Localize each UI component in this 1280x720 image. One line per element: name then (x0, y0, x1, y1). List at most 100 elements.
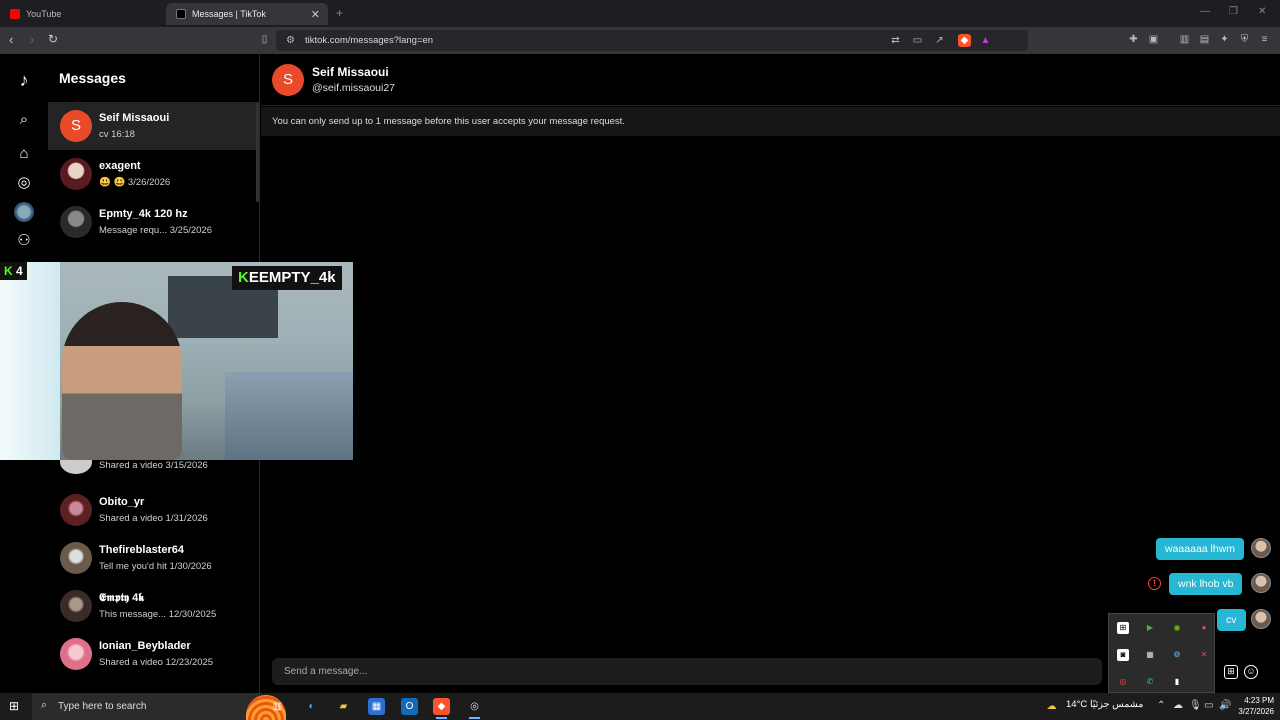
streamlabs-icon[interactable]: ▮ (1171, 676, 1183, 688)
profile-avatar[interactable] (14, 202, 34, 222)
whatsapp-icon[interactable]: ✆ (1144, 676, 1156, 688)
close-tab-icon[interactable]: ✕ (311, 8, 320, 21)
brave-shields-icon[interactable]: ◆ (958, 34, 971, 47)
vpn-icon[interactable]: ⛨ (1238, 33, 1251, 46)
outlook-icon[interactable]: O (401, 698, 418, 715)
taskbar-clock[interactable]: 4:23 PM 3/27/2026 (1234, 695, 1274, 717)
mic-muted-icon[interactable]: ✕ (1198, 649, 1210, 661)
tab-tiktok-messages[interactable]: Messages | TikTok ✕ (166, 3, 328, 25)
wallet-icon[interactable]: ▣ (1147, 33, 1160, 46)
mic-red-icon[interactable]: ● (1198, 622, 1210, 634)
steam-icon[interactable]: ⚙ (1171, 649, 1183, 661)
microsoft-store-icon[interactable]: ▦ (368, 698, 385, 715)
message-bubble[interactable]: cv (1217, 609, 1246, 631)
taskbar-search-input[interactable] (58, 693, 238, 720)
file-explorer-icon[interactable]: ▰ (335, 698, 352, 715)
conversation-item[interactable]: Obito_yr Shared a video 1/31/2026 (48, 486, 256, 534)
avatar (1251, 538, 1271, 558)
network-icon[interactable]: ▭ (1204, 700, 1213, 711)
conversation-name: Ionian_Beyblader (99, 640, 191, 652)
message-input[interactable] (272, 658, 1102, 685)
taskbar-search[interactable]: ⌕ (32, 693, 286, 720)
conversation-preview: Message requ... 3/25/2026 (99, 225, 213, 236)
forward-button[interactable]: › (30, 32, 34, 47)
wallet2-icon[interactable]: ▤ (1198, 33, 1211, 46)
conversation-item[interactable]: S Seif Missaoui cv 16:18 (48, 102, 256, 150)
bookmark-icon[interactable]: ▯ (258, 33, 271, 46)
weather-icon[interactable]: ☁ (1044, 698, 1059, 715)
message-bubble[interactable]: wnk lhob vb (1169, 573, 1243, 595)
show-hidden-icons-icon[interactable]: ⌃ (1157, 700, 1165, 711)
weather-temp[interactable]: 14°C (1066, 699, 1087, 710)
window-light (0, 262, 60, 460)
kick-logo-icon: K (4, 264, 16, 278)
conversation-preview: Tell me you'd hit 1/30/2026 (99, 561, 212, 572)
brave-rewards-icon[interactable]: ▲ (979, 34, 992, 47)
restore-button[interactable]: ❐ (1229, 6, 1238, 17)
avatar (1251, 573, 1271, 593)
brave-icon[interactable]: ◆ (433, 698, 450, 719)
conversation-item[interactable]: exagent 😃 😃 3/26/2026 (48, 150, 256, 198)
cast-icon[interactable]: ▭ (911, 34, 924, 47)
contact-name[interactable]: Seif Missaoui (312, 65, 389, 79)
avatar (60, 494, 92, 526)
friends-icon[interactable]: ⚇ (14, 231, 34, 251)
avatar: S (60, 110, 92, 142)
task-view-icon[interactable]: ▥ (269, 698, 286, 715)
minimize-button[interactable]: — (1200, 6, 1210, 17)
weather-text[interactable]: مشمس جزئيًا (1090, 699, 1143, 710)
conversation-scrollbar[interactable] (256, 102, 259, 202)
site-info-icon[interactable]: ⚙ (284, 34, 297, 47)
tab-youtube[interactable]: YouTube (0, 3, 166, 25)
image-upload-icon[interactable]: ⊞ (1224, 665, 1238, 679)
conversation-item[interactable]: Thefireblaster64 Tell me you'd hit 1/30/… (48, 534, 256, 582)
message-bubble[interactable]: waaaaaa lhwm (1156, 538, 1245, 560)
tiktok-logo-icon[interactable]: ♪ (14, 70, 34, 90)
microphone-icon[interactable]: 🎙 (1189, 700, 1202, 711)
discord-icon[interactable]: ◙ (1117, 649, 1129, 661)
obs-taskbar-icon[interactable]: ◎ (466, 698, 483, 719)
emoji-icon[interactable]: ☺ (1244, 665, 1258, 679)
search-icon[interactable]: ⌕ (14, 110, 34, 130)
webcam-overlay: K 4 KEEMPTY_4k (0, 262, 353, 460)
conversation-preview: This message... 12/30/2025 (99, 609, 217, 620)
contact-handle[interactable]: @seif.missaoui27 (312, 82, 395, 94)
play-icon[interactable]: ▶ (1144, 622, 1156, 634)
extensions-icon[interactable]: ✚ (1127, 33, 1140, 46)
new-tab-button[interactable]: + (336, 6, 343, 20)
obs-icon[interactable]: ◎ (1117, 676, 1129, 688)
windows-start-icon[interactable]: ⊞ (9, 700, 21, 712)
back-button[interactable]: ‹ (9, 32, 13, 47)
error-icon[interactable]: ! (1148, 577, 1161, 590)
conversation-item[interactable]: Epmty_4k 120 hz Message requ... 3/25/202… (48, 198, 256, 246)
share-icon[interactable]: ↗ (933, 34, 946, 47)
menu-icon[interactable]: ≡ (1258, 33, 1271, 46)
kick-logo-icon: K (238, 269, 249, 286)
reload-button[interactable]: ↻ (48, 32, 58, 46)
sidebar-icon[interactable]: ▥ (1178, 33, 1191, 46)
search-icon: ⌕ (41, 699, 48, 711)
chat-header: S Seif Missaoui @seif.missaoui27 (261, 54, 1280, 106)
tab-title: Messages | TikTok (192, 9, 266, 19)
conversation-name: Epmty_4k 120 hz (99, 208, 188, 220)
volume-icon[interactable]: 🔊 (1219, 700, 1231, 711)
messages-title: Messages (59, 70, 126, 86)
conversation-item[interactable]: Ionian_Beyblader Shared a video 12/23/20… (48, 630, 256, 678)
close-window-button[interactable]: ✕ (1258, 6, 1266, 17)
windows-security-icon[interactable]: ⊞ (1117, 622, 1129, 634)
viewer-count: 4 (16, 264, 23, 278)
message-request-notice: You can only send up to 1 message before… (261, 107, 1280, 136)
nvidia-icon[interactable]: ◉ (1171, 622, 1183, 634)
app-icon[interactable]: ▦ (1144, 649, 1156, 661)
translate-icon[interactable]: ⇄ (889, 34, 902, 47)
avatar (1251, 609, 1271, 629)
explore-icon[interactable]: ◎ (14, 173, 34, 193)
leo-ai-icon[interactable]: ✦ (1218, 33, 1231, 46)
home-icon[interactable]: ⌂ (14, 144, 34, 164)
contact-avatar[interactable]: S (272, 64, 304, 96)
address-bar[interactable]: ⚙ tiktok.com/messages?lang=en ⇄ ▭ ↗ ◆ ▲ (276, 30, 1028, 51)
onedrive-icon[interactable]: ☁ (1173, 700, 1183, 711)
browser-tab-bar: YouTube Messages | TikTok ✕ + — ❐ ✕ (0, 0, 1280, 27)
conversation-item[interactable]: 𝕰𝖒𝖕𝖙𝖞 4𝖐 This message... 12/30/2025 (48, 582, 256, 630)
edge-icon[interactable]: ◐ (303, 698, 320, 715)
